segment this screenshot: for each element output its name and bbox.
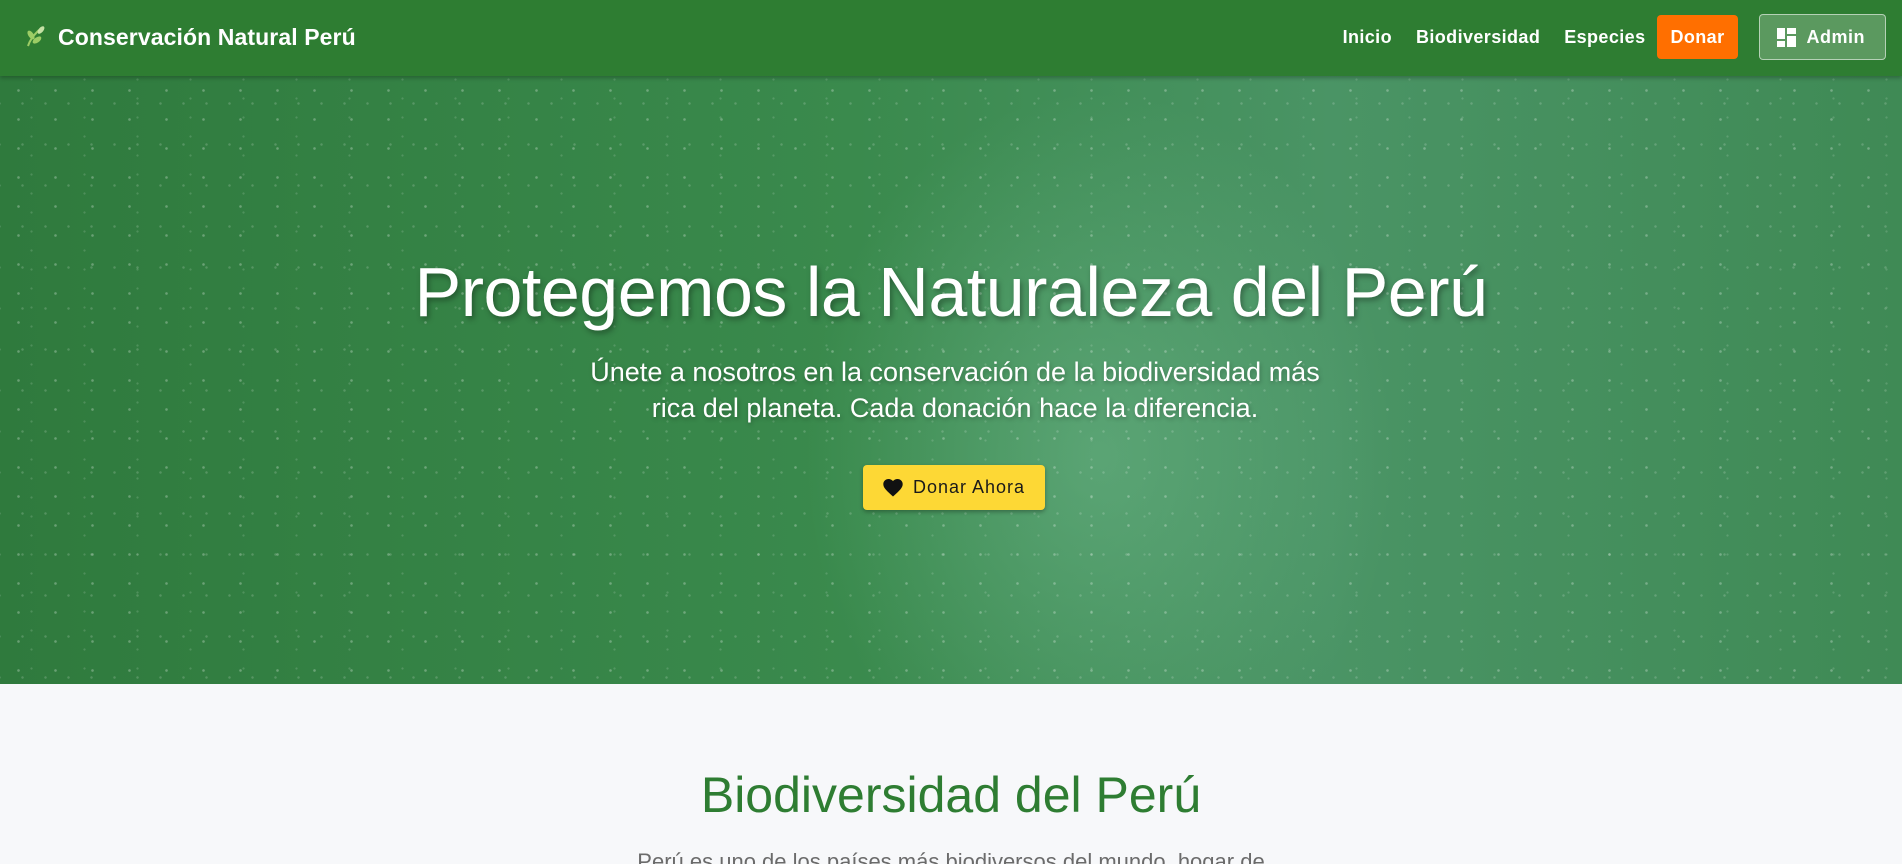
dashboard-icon bbox=[1776, 27, 1796, 47]
hero-title: Protegemos la Naturaleza del Perú bbox=[414, 253, 1488, 331]
nav-link-inicio[interactable]: Inicio bbox=[1343, 27, 1392, 48]
navbar: Conservación Natural Perú Inicio Biodive… bbox=[0, 0, 1902, 76]
section-title: Biodiversidad del Perú bbox=[700, 767, 1202, 823]
hero-section: Protegemos la Naturaleza del Perú Únete … bbox=[0, 76, 1902, 684]
nav-links: Inicio Biodiversidad Especies Donar Admi… bbox=[1343, 0, 1886, 74]
nav-link-biodiversidad[interactable]: Biodiversidad bbox=[1416, 27, 1540, 48]
donate-now-button[interactable]: Donar Ahora bbox=[863, 465, 1045, 510]
admin-label: Admin bbox=[1806, 26, 1865, 47]
section-text: Perú es uno de los países más biodiverso… bbox=[637, 849, 1265, 864]
brand-name: Conservación Natural Perú bbox=[58, 23, 356, 50]
donate-nav-button[interactable]: Donar bbox=[1657, 15, 1738, 59]
hero-subtitle: Únete a nosotros en la conservación de l… bbox=[590, 357, 1320, 423]
leaf-icon bbox=[22, 24, 48, 50]
heart-icon bbox=[883, 478, 903, 497]
admin-button[interactable]: Admin bbox=[1758, 14, 1886, 60]
brand-link[interactable]: Conservación Natural Perú bbox=[22, 0, 356, 74]
donate-now-label: Donar Ahora bbox=[912, 477, 1026, 497]
hero-content: Protegemos la Naturaleza del Perú Únete … bbox=[0, 76, 1902, 684]
nav-link-especies[interactable]: Especies bbox=[1564, 27, 1645, 48]
biodiversity-section: Biodiversidad del Perú Perú es uno de lo… bbox=[0, 684, 1902, 864]
